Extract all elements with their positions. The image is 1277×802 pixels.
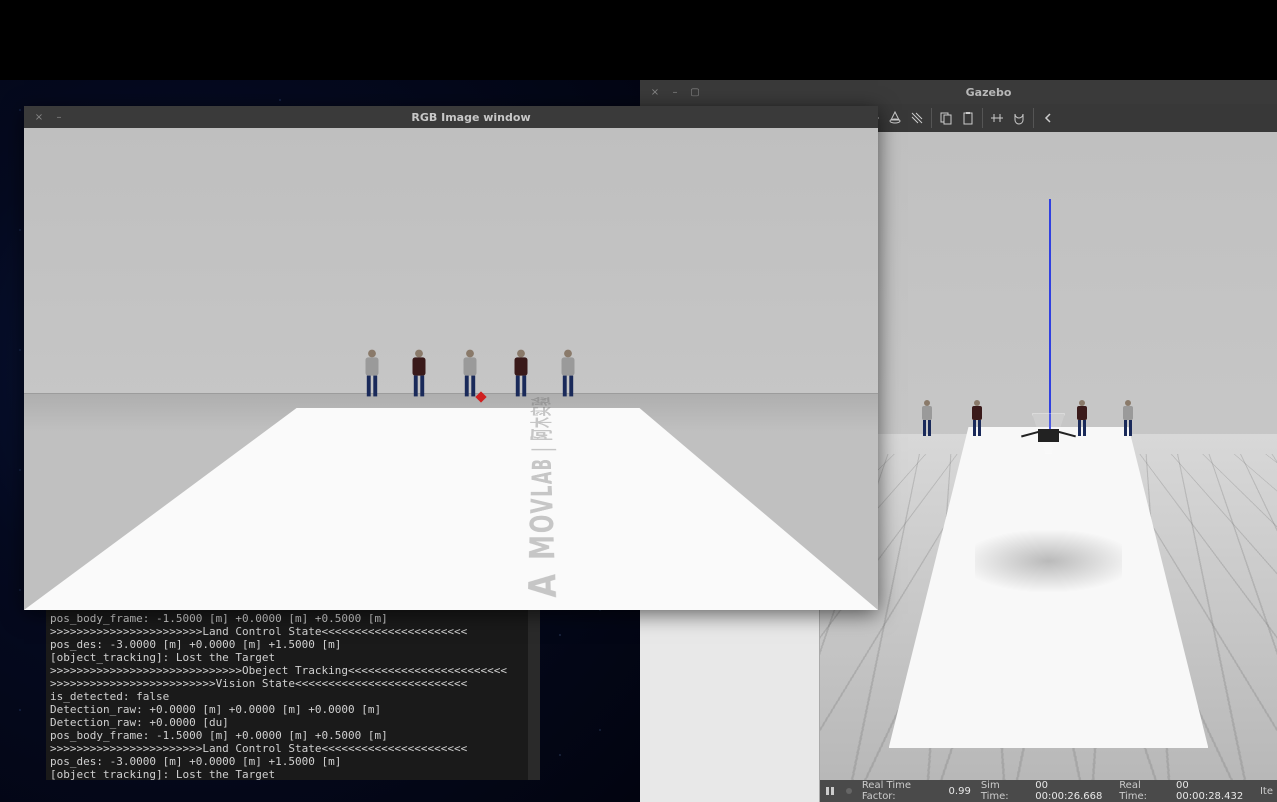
z-axis bbox=[1049, 199, 1051, 440]
close-icon[interactable]: × bbox=[34, 112, 44, 122]
align-icon[interactable] bbox=[987, 108, 1007, 128]
gazebo-statusbar: Real Time Factor: 0.99 Sim Time: 00 00:0… bbox=[820, 780, 1277, 802]
rgb-titlebar[interactable]: × – RGB Image window bbox=[24, 106, 878, 128]
sim-time-value: 00 00:00:26.668 bbox=[1035, 780, 1109, 802]
rgb-horizon bbox=[24, 393, 878, 394]
gazebo-title: Gazebo bbox=[700, 86, 1277, 99]
gazebo-3d-view[interactable]: Real Time Factor: 0.99 Sim Time: 00 00:0… bbox=[820, 132, 1277, 802]
person-render bbox=[560, 349, 576, 396]
real-time-value: 00 00:00:28.432 bbox=[1176, 780, 1250, 802]
person-model[interactable] bbox=[1122, 400, 1134, 436]
person-model[interactable] bbox=[971, 400, 983, 436]
rtf-label: Real Time Factor: bbox=[862, 780, 939, 802]
rgb-title: RGB Image window bbox=[64, 111, 878, 124]
light-directional-icon[interactable] bbox=[907, 108, 927, 128]
person-render bbox=[513, 349, 529, 396]
chevron-left-icon[interactable] bbox=[1038, 108, 1058, 128]
close-icon[interactable]: × bbox=[650, 87, 660, 97]
minimize-icon[interactable]: – bbox=[54, 112, 64, 122]
pause-button[interactable] bbox=[824, 784, 836, 798]
maximize-icon[interactable]: ▢ bbox=[690, 87, 700, 97]
person-model[interactable] bbox=[921, 400, 933, 436]
person-render bbox=[462, 349, 478, 396]
person-model[interactable] bbox=[1076, 400, 1088, 436]
paste-icon[interactable] bbox=[958, 108, 978, 128]
snap-icon[interactable] bbox=[1009, 108, 1029, 128]
person-render bbox=[411, 349, 427, 396]
rgb-image-window: × – RGB Image window A MOVLAB | 阿木实验 bbox=[24, 106, 878, 610]
rtf-value: 0.99 bbox=[949, 786, 971, 797]
person-render bbox=[364, 349, 380, 396]
slider-track[interactable] bbox=[846, 788, 851, 794]
terminal[interactable]: pos_body_frame: -1.5000 [m] +0.0000 [m] … bbox=[46, 610, 540, 780]
rgb-view[interactable]: A MOVLAB | 阿木实验 bbox=[24, 128, 878, 610]
sim-time-label: Sim Time: bbox=[981, 780, 1025, 802]
drone-model[interactable] bbox=[1021, 413, 1076, 453]
minimize-icon[interactable]: – bbox=[670, 87, 680, 97]
real-time-label: Real Time: bbox=[1119, 780, 1166, 802]
light-spot-icon[interactable] bbox=[885, 108, 905, 128]
copy-icon[interactable] bbox=[936, 108, 956, 128]
iterations-label: Ite bbox=[1260, 786, 1273, 797]
terminal-content: pos_body_frame: -1.5000 [m] +0.0000 [m] … bbox=[50, 612, 507, 780]
gazebo-titlebar[interactable]: × – ▢ Gazebo bbox=[640, 80, 1277, 104]
rgb-sky bbox=[24, 128, 878, 408]
scene-shadow bbox=[975, 521, 1121, 601]
